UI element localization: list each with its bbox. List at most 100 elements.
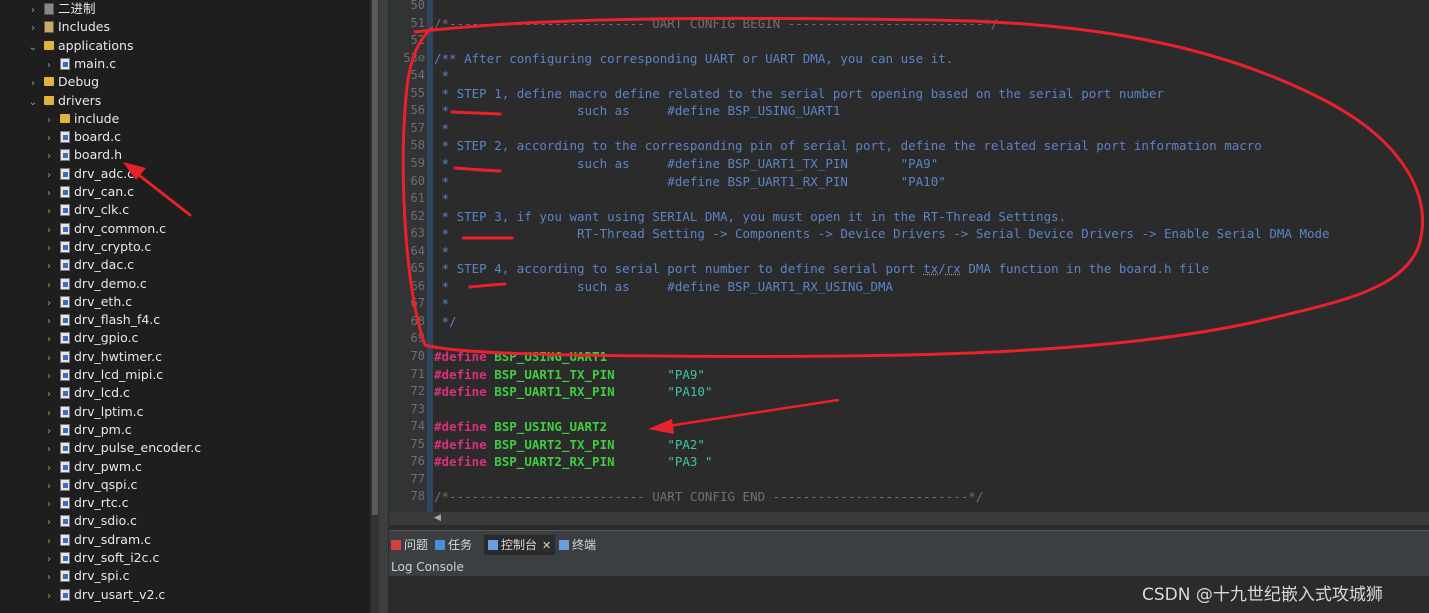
tree-item[interactable]: › drv_soft_i2c.c — [0, 549, 159, 567]
chevron-right-icon[interactable]: › — [44, 167, 54, 185]
tree-item[interactable]: › drv_lcd_mipi.c — [0, 366, 163, 384]
code-line[interactable]: /*-------------------------- UART CONFIG… — [434, 489, 983, 504]
code-line[interactable]: #define BSP_USING_UART1 — [434, 349, 607, 364]
chevron-right-icon[interactable]: › — [44, 112, 54, 130]
code-line[interactable]: * STEP 3, if you want using SERIAL DMA, … — [434, 209, 1067, 224]
tree-item[interactable]: › drv_pm.c — [0, 421, 132, 439]
tree-item[interactable]: › drv_demo.c — [0, 275, 147, 293]
chevron-right-icon[interactable]: › — [44, 569, 54, 587]
tree-item[interactable]: › drv_can.c — [0, 183, 134, 201]
panel-splitter[interactable] — [379, 0, 388, 613]
chevron-right-icon[interactable]: › — [44, 386, 54, 404]
code-line[interactable]: * such as #define BSP_UART1_TX_PIN "PA9" — [434, 156, 939, 171]
tree-item[interactable]: › drv_lcd.c — [0, 384, 130, 402]
tree-item[interactable]: › drv_clk.c — [0, 201, 129, 219]
tree-item[interactable]: › drv_usart_v2.c — [0, 586, 165, 604]
code-line[interactable]: #define BSP_UART1_RX_PIN "PA10" — [434, 384, 712, 399]
tree-item[interactable]: › drv_rtc.c — [0, 494, 128, 512]
code-editor[interactable]: 50 51 52 53⊖ 54 55 56 57 58 59 60 61 62 63 64 65 66 67 68 6… — [389, 0, 1429, 512]
tree-scrollbar-thumb[interactable] — [372, 0, 378, 515]
chevron-right-icon[interactable]: › — [44, 423, 54, 441]
tree-item[interactable]: › drv_crypto.c — [0, 238, 151, 256]
tree-item[interactable]: › drv_adc.c — [0, 165, 134, 183]
tree-item[interactable]: › board.h — [0, 146, 122, 164]
tree-item[interactable]: › drv_eth.c — [0, 293, 132, 311]
code-line[interactable]: * RT-Thread Setting -> Components -> Dev… — [434, 226, 1330, 241]
editor-horizontal-scrollbar[interactable]: ◀ — [389, 512, 1429, 525]
chevron-right-icon[interactable]: › — [44, 258, 54, 276]
code-line[interactable]: */ — [434, 314, 457, 329]
tree-item[interactable]: › drv_common.c — [0, 220, 166, 238]
code-line[interactable]: #define BSP_UART1_TX_PIN "PA9" — [434, 367, 705, 382]
code-line[interactable]: * such as #define BSP_USING_UART1 — [434, 103, 841, 118]
chevron-right-icon[interactable]: › — [44, 368, 54, 386]
tab-tasks[interactable]: 任务 — [435, 535, 472, 555]
code-line[interactable]: #define BSP_UART2_TX_PIN "PA2" — [434, 437, 705, 452]
chevron-right-icon[interactable]: › — [44, 405, 54, 423]
code-line[interactable]: * — [434, 68, 450, 83]
tree-item[interactable]: › drv_gpio.c — [0, 329, 138, 347]
tab-console[interactable]: 控制台 ✕ — [484, 535, 556, 555]
chevron-right-icon[interactable]: › — [28, 75, 38, 93]
chevron-right-icon[interactable]: › — [44, 185, 54, 203]
tree-scrollbar[interactable] — [371, 0, 379, 613]
code-line[interactable]: * — [434, 244, 450, 259]
chevron-right-icon[interactable]: › — [44, 496, 54, 514]
tree-item[interactable]: › 二进制 — [0, 0, 96, 18]
chevron-right-icon[interactable]: › — [44, 130, 54, 148]
tree-item[interactable]: ⌄ drivers — [0, 92, 102, 112]
tab-terminal[interactable]: 终端 — [559, 535, 596, 555]
code-line[interactable]: * STEP 2, according to the corresponding… — [434, 138, 1262, 153]
chevron-right-icon[interactable]: › — [44, 57, 54, 75]
tree-item[interactable]: › drv_sdram.c — [0, 531, 151, 549]
chevron-right-icon[interactable]: › — [28, 20, 38, 38]
chevron-right-icon[interactable]: › — [44, 588, 54, 606]
chevron-right-icon[interactable]: › — [44, 533, 54, 551]
code-line[interactable]: * — [434, 121, 450, 136]
chevron-right-icon[interactable]: › — [44, 551, 54, 569]
code-line[interactable]: #define BSP_UART2_RX_PIN "PA3 " — [434, 454, 712, 469]
tree-item[interactable]: › drv_sdio.c — [0, 512, 137, 530]
code-line[interactable]: * #define BSP_UART1_RX_PIN "PA10" — [434, 174, 946, 189]
chevron-right-icon[interactable]: › — [44, 460, 54, 478]
chevron-right-icon[interactable]: › — [44, 478, 54, 496]
tree-item[interactable]: › drv_qspi.c — [0, 476, 137, 494]
code-line[interactable]: * — [434, 296, 450, 311]
tree-item[interactable]: › Debug — [0, 73, 99, 91]
chevron-right-icon[interactable]: › — [44, 203, 54, 221]
tree-item[interactable]: ⌄ applications — [0, 37, 134, 57]
chevron-right-icon[interactable]: › — [44, 277, 54, 295]
chevron-down-icon[interactable]: ⌄ — [28, 94, 38, 112]
tree-item[interactable]: › drv_pwm.c — [0, 458, 142, 476]
code-line[interactable]: #define BSP_USING_UART2 — [434, 419, 607, 434]
chevron-right-icon[interactable]: › — [44, 350, 54, 368]
tree-item[interactable]: › drv_flash_f4.c — [0, 311, 160, 329]
chevron-right-icon[interactable]: › — [44, 313, 54, 331]
tree-item[interactable]: › drv_hwtimer.c — [0, 348, 162, 366]
chevron-down-icon[interactable]: ⌄ — [28, 39, 38, 57]
tree-item[interactable]: › drv_dac.c — [0, 256, 134, 274]
tree-item[interactable]: › board.c — [0, 128, 121, 146]
tree-item[interactable]: › drv_lptim.c — [0, 403, 144, 421]
chevron-right-icon[interactable]: › — [44, 441, 54, 459]
chevron-right-icon[interactable]: › — [44, 240, 54, 258]
chevron-right-icon[interactable]: › — [44, 222, 54, 240]
code-line[interactable]: * — [434, 191, 450, 206]
tree-item[interactable]: › main.c — [0, 55, 116, 73]
code-line[interactable]: * STEP 4, according to serial port numbe… — [434, 261, 1210, 276]
tree-item[interactable]: › Includes — [0, 18, 110, 36]
tree-item[interactable]: › drv_spi.c — [0, 567, 130, 585]
tree-item[interactable]: › include — [0, 110, 119, 128]
code-line[interactable]: /** After configuring corresponding UART… — [434, 51, 953, 66]
code-line[interactable]: * STEP 1, define macro define related to… — [434, 86, 1164, 101]
chevron-right-icon[interactable]: › — [44, 331, 54, 349]
chevron-right-icon[interactable]: › — [44, 295, 54, 313]
code-line[interactable]: * such as #define BSP_UART1_RX_USING_DMA — [434, 279, 894, 294]
chevron-right-icon[interactable]: › — [44, 148, 54, 166]
code-line[interactable]: /*-------------------------- UART CONFIG… — [434, 16, 998, 31]
tree-item[interactable]: › drv_pulse_encoder.c — [0, 439, 201, 457]
chevron-right-icon[interactable]: › — [44, 514, 54, 532]
scroll-left-icon[interactable]: ◀ — [434, 512, 441, 525]
chevron-right-icon[interactable]: › — [28, 2, 38, 20]
close-icon[interactable]: ✕ — [542, 539, 551, 552]
